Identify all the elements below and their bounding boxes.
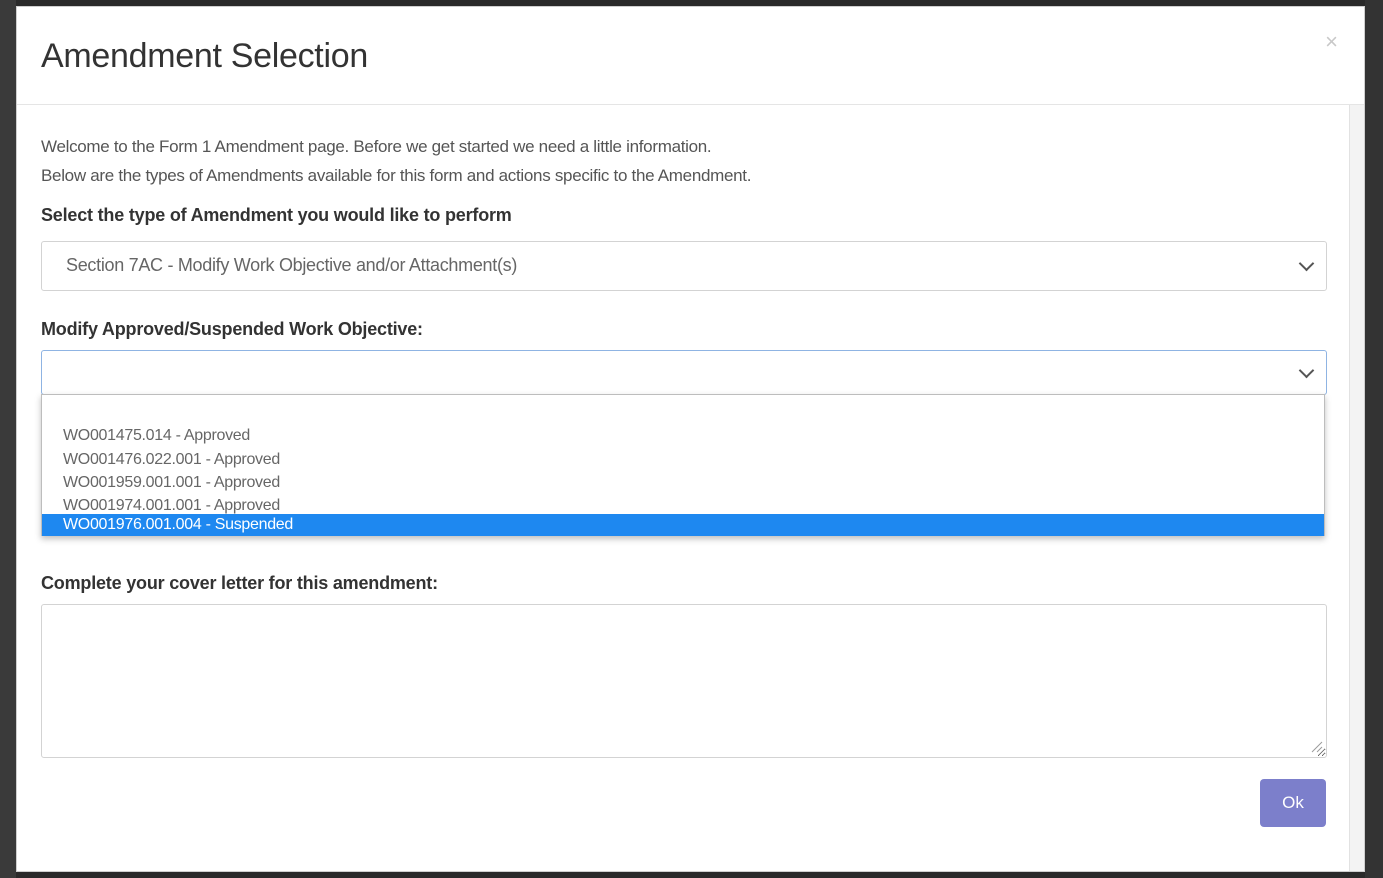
intro-text: Welcome to the Form 1 Amendment page. Be… xyxy=(41,132,751,190)
intro-line-1: Welcome to the Form 1 Amendment page. Be… xyxy=(41,137,712,156)
amendment-type-label: Select the type of Amendment you would l… xyxy=(41,205,512,225)
modal-title: Amendment Selection xyxy=(41,37,368,75)
cover-letter-label: Complete your cover letter for this amen… xyxy=(41,573,438,593)
amendment-type-selected-value: Section 7AC - Modify Work Objective and/… xyxy=(66,255,518,275)
amendment-selection-modal: Amendment Selection × Welcome to the For… xyxy=(16,6,1365,872)
amendment-type-select[interactable]: Section 7AC - Modify Work Objective and/… xyxy=(41,241,1327,291)
modal-scrollbar[interactable] xyxy=(1349,105,1364,871)
dropdown-option[interactable]: WO001475.014 - Approved xyxy=(42,424,1324,448)
chevron-down-icon xyxy=(1298,362,1315,379)
ok-button[interactable]: Ok xyxy=(1260,779,1326,827)
work-objective-select[interactable] xyxy=(41,350,1327,395)
close-icon[interactable]: × xyxy=(1325,31,1338,53)
page-backdrop-left xyxy=(0,0,16,878)
chevron-down-icon xyxy=(1298,255,1315,272)
cover-letter-textarea[interactable] xyxy=(41,604,1327,758)
dropdown-option[interactable]: WO001476.022.001 - Approved xyxy=(42,448,1324,472)
dropdown-option-blank[interactable] xyxy=(42,395,1324,419)
dropdown-option[interactable]: WO001959.001.001 - Approved xyxy=(42,471,1324,495)
work-objective-dropdown-list: WO001475.014 - Approved WO001476.022.001… xyxy=(41,394,1325,536)
dropdown-option-highlighted[interactable]: WO001976.001.004 - Suspended xyxy=(42,514,1324,536)
modal-header: Amendment Selection × xyxy=(17,7,1364,105)
page-backdrop-right xyxy=(1365,0,1383,878)
intro-line-2: Below are the types of Amendments availa… xyxy=(41,166,752,185)
work-objective-label: Modify Approved/Suspended Work Objective… xyxy=(41,319,423,339)
